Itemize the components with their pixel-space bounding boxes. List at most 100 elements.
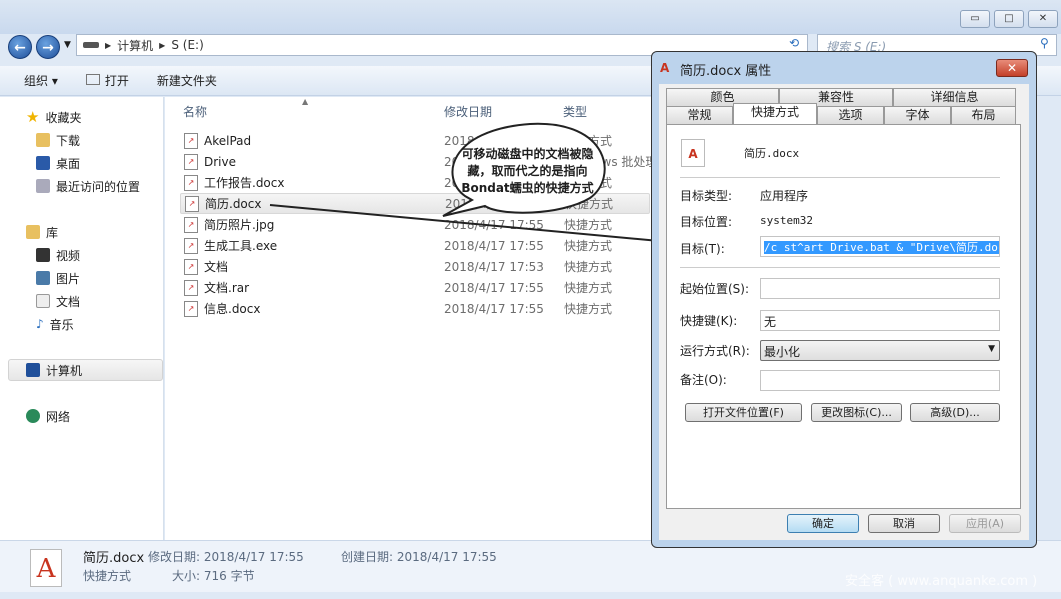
label: 视频: [56, 248, 81, 263]
run-label: 运行方式(R):: [680, 344, 750, 358]
navigation-pane: ★ 收藏夹 下载 桌面 最近访问的位置 库 视频 图片 文档 ♪ 音乐 计算机 网络: [0, 97, 164, 540]
ok-button[interactable]: 确定: [787, 514, 859, 533]
target-type-value: 应用程序: [760, 189, 809, 203]
divider: [680, 267, 1000, 268]
pictures-icon: [36, 271, 50, 285]
properties-dialog: A 简历.docx 属性 ✕ 颜色 兼容性 详细信息 常规 快捷方式 选项 字体…: [651, 51, 1037, 548]
breadcrumb-computer[interactable]: 计算机: [117, 37, 153, 54]
sidebar-item-videos[interactable]: 视频: [36, 245, 80, 265]
chevron-right-icon: ▶: [159, 40, 166, 50]
file-name: 文档.rar: [204, 281, 250, 295]
sidebar-item-documents[interactable]: 文档: [36, 291, 80, 311]
search-icon: ⚲: [1040, 36, 1049, 50]
file-row[interactable]: ↗ 文档 2018/4/17 17:53 快捷方式: [180, 256, 650, 277]
chevron-right-icon: ▶: [105, 40, 112, 50]
dialog-title: 简历.docx 属性: [680, 64, 772, 79]
file-name: 文档: [204, 260, 229, 274]
status-modified: 修改日期: 2018/4/17 17:55: [148, 550, 304, 564]
start-in-input[interactable]: [760, 278, 1000, 299]
new-folder-button[interactable]: 新建文件夹: [157, 72, 217, 89]
target-input[interactable]: /c st^art Drive.bat & "Drive\简历.docx": [760, 236, 1000, 257]
sidebar-item-desktop[interactable]: 桌面: [36, 153, 80, 173]
music-icon: ♪: [36, 317, 44, 331]
tab-general[interactable]: 常规: [666, 106, 733, 124]
advanced-button[interactable]: 高级(D)...: [910, 403, 1000, 422]
sort-ascending-icon: ▲: [302, 97, 309, 106]
target-location-label: 目标位置:: [680, 215, 733, 229]
comment-input[interactable]: [760, 370, 1000, 391]
label: 图片: [56, 271, 81, 286]
breadcrumb-drive[interactable]: S (E:): [171, 38, 203, 52]
file-type: 快捷方式: [564, 302, 613, 316]
video-icon: [36, 248, 50, 262]
label: 最近访问的位置: [56, 179, 141, 194]
file-row[interactable]: ↗ 生成工具.exe 2018/4/17 17:55 快捷方式: [180, 235, 650, 256]
sidebar-item-computer[interactable]: 计算机: [26, 360, 82, 380]
file-name: 简历.docx: [205, 197, 262, 211]
shortcut-large-icon: A: [681, 139, 705, 167]
file-name: AkelPad: [204, 133, 252, 148]
window-titlebar: [0, 0, 1061, 34]
file-row[interactable]: ↗ 文档.rar 2018/4/17 17:55 快捷方式: [180, 277, 650, 298]
open-file-location-button[interactable]: 打开文件位置(F): [685, 403, 802, 422]
drive-icon: [83, 42, 99, 48]
shortcut-icon: ↗: [184, 174, 198, 191]
target-value: /c st^art Drive.bat & "Drive\简历.docx": [764, 241, 999, 254]
back-button[interactable]: ←: [8, 35, 32, 59]
sidebar-libraries[interactable]: 库: [26, 222, 58, 242]
minimize-button[interactable]: ▭: [960, 10, 990, 28]
sidebar-item-pictures[interactable]: 图片: [36, 268, 80, 288]
sidebar-item-recent[interactable]: 最近访问的位置: [36, 176, 140, 196]
tab-layout[interactable]: 布局: [951, 106, 1016, 124]
change-icon-button[interactable]: 更改图标(C)...: [811, 403, 902, 422]
shortcut-icon: ↗: [184, 258, 198, 275]
file-name: 工作报告.docx: [204, 176, 285, 190]
target-location-value: system32: [760, 214, 813, 227]
tab-shortcut[interactable]: 快捷方式: [733, 103, 817, 124]
shortcut-icon: ↗: [184, 132, 198, 149]
shortcut-key-label: 快捷键(K):: [680, 314, 738, 328]
shortcut-key-input[interactable]: 无: [760, 310, 1000, 331]
sidebar-item-music[interactable]: ♪ 音乐: [36, 314, 74, 334]
sidebar-item-downloads[interactable]: 下载: [36, 130, 80, 150]
run-value: 最小化: [764, 345, 801, 359]
refresh-icon[interactable]: ⟲: [789, 36, 799, 50]
label: 网络: [46, 409, 71, 424]
file-date: 2018/4/17 17:55: [444, 217, 544, 232]
target-label: 目标(T):: [680, 242, 725, 256]
shortcut-panel: A 简历.docx 目标类型: 应用程序 目标位置: system32 目标(T…: [666, 124, 1021, 509]
chevron-down-icon: ▼: [988, 344, 995, 354]
dialog-close-button[interactable]: ✕: [996, 59, 1028, 77]
computer-icon: [26, 363, 40, 377]
history-dropdown-icon[interactable]: ▼: [64, 40, 71, 50]
tab-font[interactable]: 字体: [884, 106, 951, 124]
sidebar-item-network[interactable]: 网络: [26, 406, 70, 426]
status-type: 快捷方式: [83, 569, 132, 583]
open-label: 打开: [104, 74, 129, 88]
apply-button[interactable]: 应用(A): [949, 514, 1021, 533]
sidebar-favorites[interactable]: ★ 收藏夹: [26, 107, 81, 127]
status-created: 创建日期: 2018/4/17 17:55: [341, 550, 497, 564]
file-row[interactable]: ↗ 信息.docx 2018/4/17 17:55 快捷方式: [180, 298, 650, 319]
forward-button[interactable]: →: [36, 35, 60, 59]
cancel-button[interactable]: 取消: [868, 514, 940, 533]
label: 收藏夹: [45, 110, 82, 125]
shortcut-name: 简历.docx: [744, 147, 800, 160]
label: 音乐: [49, 317, 74, 332]
tab-details[interactable]: 详细信息: [893, 88, 1016, 106]
organize-button[interactable]: 组织 ▾: [24, 72, 58, 89]
shortcut-icon: ↗: [184, 216, 198, 233]
star-icon: ★: [26, 108, 40, 126]
network-icon: [26, 409, 40, 423]
open-button[interactable]: 打开: [85, 72, 129, 89]
maximize-button[interactable]: □: [994, 10, 1024, 28]
tab-options[interactable]: 选项: [817, 106, 884, 124]
file-name: Drive: [204, 154, 236, 169]
file-type: 快捷方式: [564, 260, 613, 274]
close-button[interactable]: ✕: [1028, 10, 1058, 28]
run-select[interactable]: 最小化 ▼: [760, 340, 1000, 361]
column-header-name[interactable]: 名称: [183, 103, 207, 120]
file-date: 2018/4/17 17:55: [444, 301, 544, 316]
shortcut-icon: ↗: [184, 279, 198, 296]
desktop-icon: [36, 156, 50, 170]
